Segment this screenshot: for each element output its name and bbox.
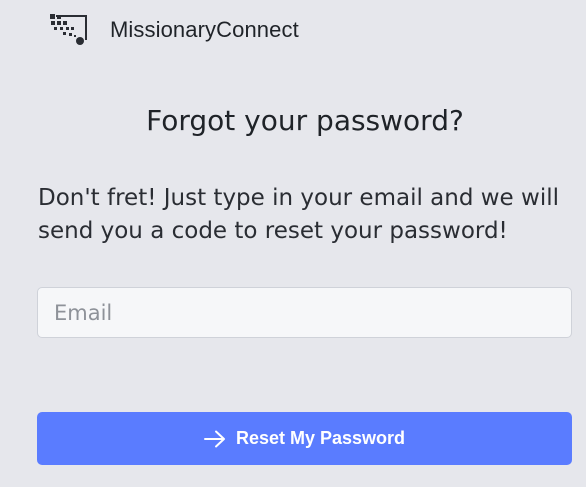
page-title: Forgot your password?	[146, 104, 464, 137]
brand-name[interactable]: MissionaryConnect	[110, 17, 299, 43]
reset-password-label: Reset My Password	[235, 428, 406, 448]
email-input[interactable]	[37, 287, 572, 338]
reset-password-button[interactable]: Reset My Password	[37, 412, 572, 465]
page-subtitle: Don't fret! Just type in your email and …	[38, 185, 560, 244]
brand-logo-icon[interactable]	[46, 12, 92, 48]
arrow-right-icon	[203, 430, 225, 447]
app-header: MissionaryConnect	[46, 10, 299, 50]
